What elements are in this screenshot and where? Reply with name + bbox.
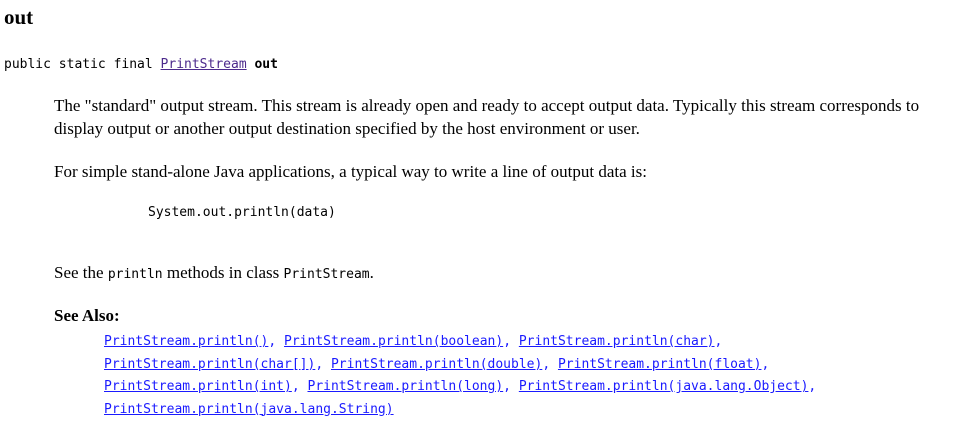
signature-field-name: out (254, 57, 278, 72)
signature-modifiers: public static final (4, 57, 161, 72)
see-also-link[interactable]: PrintStream.println(java.lang.String) (104, 402, 394, 417)
p3-prefix: See the (54, 263, 108, 282)
description-paragraph-2: For simple stand-alone Java applications… (54, 162, 647, 181)
see-also-link[interactable]: PrintStream.println(int) (104, 379, 292, 394)
see-also-link[interactable]: PrintStream.println() (104, 334, 268, 349)
field-signature: public static final PrintStream out (4, 56, 278, 74)
see-also-link[interactable]: PrintStream.println(boolean) (284, 334, 503, 349)
description-paragraph-3: See the println methods in class PrintSt… (54, 261, 959, 286)
description-paragraph-1: The "standard" output stream. This strea… (54, 96, 920, 138)
link-separator: , (542, 356, 558, 372)
see-also-link[interactable]: PrintStream.println(double) (331, 357, 542, 372)
p3-suffix: . (369, 263, 374, 282)
link-separator: , (315, 356, 331, 372)
see-also-label: See Also: (54, 306, 120, 325)
link-separator: , (503, 334, 519, 349)
p3-middle: methods in class (162, 263, 284, 282)
code-example: System.out.println(data) (148, 205, 336, 220)
println-code: println (107, 267, 163, 282)
printstream-type-link[interactable]: PrintStream (161, 57, 247, 72)
link-separator: , (503, 379, 519, 394)
field-heading: out (4, 5, 34, 29)
see-also-list: PrintStream.println(), PrintStream.print… (104, 331, 959, 421)
link-separator: , (714, 334, 723, 349)
printstream-code: PrintStream (283, 267, 370, 282)
see-also-link[interactable]: PrintStream.println(java.lang.Object) (519, 379, 809, 394)
see-also-link[interactable]: PrintStream.println(char) (519, 334, 715, 349)
see-also-link[interactable]: PrintStream.println(char[]) (104, 357, 315, 372)
see-also-link[interactable]: PrintStream.println(float) (558, 357, 762, 372)
link-separator: , (761, 356, 770, 372)
see-also-link[interactable]: PrintStream.println(long) (308, 379, 504, 394)
link-separator: , (291, 379, 308, 394)
link-separator: , (808, 379, 817, 394)
link-separator: , (268, 334, 285, 349)
